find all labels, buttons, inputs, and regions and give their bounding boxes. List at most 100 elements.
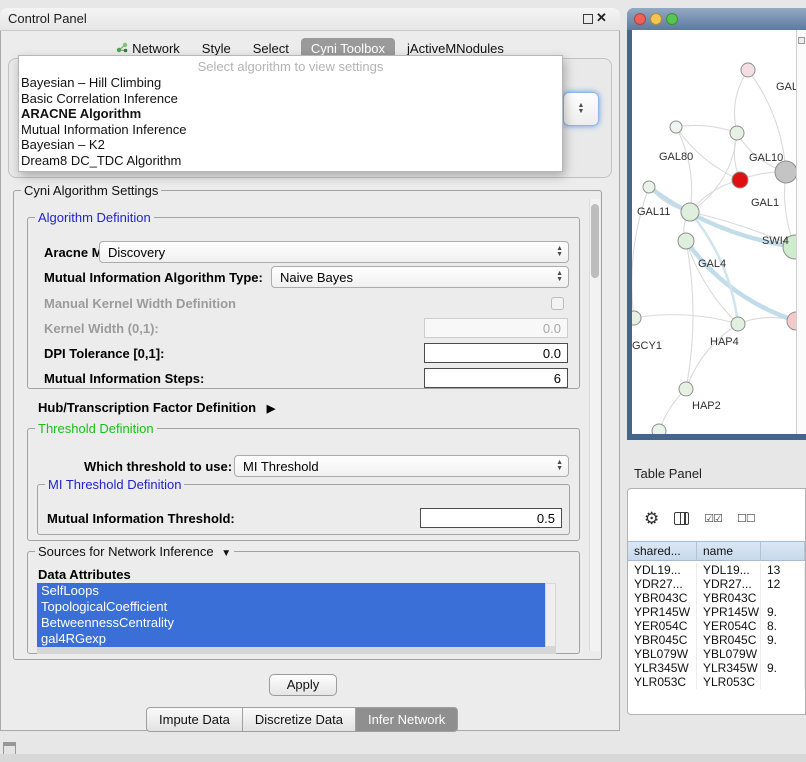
network-edge[interactable] [735, 70, 748, 133]
table-cell: 9. [761, 605, 805, 619]
kernel-width-input[interactable] [424, 318, 568, 338]
network-node[interactable] [679, 382, 693, 396]
network-node-label: HAP2 [692, 400, 721, 412]
table-row[interactable]: YER054CYER054C8. [628, 619, 805, 633]
table-toolbar: ⚙ ☑☑ ☐☐ [628, 505, 805, 531]
attribute-list-item[interactable]: gal4RGexp [37, 631, 545, 647]
network-node[interactable] [732, 172, 748, 188]
algorithm-option[interactable]: Mutual Information Inference [19, 122, 562, 138]
mi-steps-input[interactable] [424, 368, 568, 388]
algorithm-option[interactable]: Basic Correlation Inference [19, 91, 562, 107]
network-node[interactable] [652, 424, 666, 434]
mac-minimize-icon[interactable] [650, 13, 662, 25]
dpi-tolerance-label: DPI Tolerance [0,1]: [44, 346, 164, 361]
table-cell [761, 591, 805, 605]
table-row[interactable]: YBR045CYBR045C9. [628, 633, 805, 647]
mi-type-label: Mutual Information Algorithm Type: [44, 270, 263, 285]
algorithm-option[interactable]: Dream8 DC_TDC Algorithm [19, 153, 562, 169]
network-scroll-button[interactable] [798, 37, 805, 44]
mi-threshold-label: Mutual Information Threshold: [47, 511, 235, 526]
unchecked-boxes-icon[interactable]: ☐☐ [737, 512, 755, 525]
attribute-list-item[interactable]: TopologicalCoefficient [37, 599, 545, 615]
table-cell: YER054C [628, 619, 697, 633]
network-node[interactable] [731, 317, 745, 331]
mi-threshold-input[interactable] [420, 508, 562, 528]
table-header-cell[interactable] [761, 542, 805, 560]
network-node[interactable] [632, 311, 641, 325]
dpi-tolerance-input[interactable] [424, 343, 568, 363]
network-window-titlebar[interactable] [627, 8, 806, 30]
network-node[interactable] [643, 181, 655, 193]
network-node-label: GAL [776, 81, 796, 93]
network-edge[interactable] [676, 125, 737, 133]
network-node[interactable] [730, 126, 744, 140]
which-threshold-select[interactable]: MI Threshold ▲▼ [234, 455, 569, 477]
settings-scrollbar[interactable] [589, 199, 600, 651]
mi-type-select[interactable]: Naive Bayes ▲▼ [271, 266, 569, 288]
tab-label: Select [253, 41, 289, 56]
table-header-cell[interactable]: shared... [628, 542, 697, 560]
checked-boxes-icon[interactable]: ☑☑ [704, 512, 722, 525]
network-edge[interactable] [676, 127, 692, 212]
sources-legend[interactable]: Sources for Network Inference ▼ [35, 544, 234, 559]
network-edge[interactable] [686, 241, 796, 321]
collapse-down-icon: ▼ [221, 548, 231, 559]
algorithm-select-combobox[interactable]: ▲▼ [563, 92, 599, 126]
table-cell: 13 [761, 563, 805, 577]
hub-definition-toggle[interactable]: Hub/Transcription Factor Definition ▶ [38, 400, 275, 415]
network-edge[interactable] [634, 315, 738, 324]
table-row[interactable]: YDL19...YDL19...13 [628, 563, 805, 577]
apply-button[interactable]: Apply [269, 674, 337, 696]
bottom-tab-discretize-data[interactable]: Discretize Data [243, 707, 356, 732]
bottom-tab-impute-data[interactable]: Impute Data [146, 707, 243, 732]
kernel-width-label: Kernel Width (0,1): [44, 321, 159, 336]
table-cell: 12 [761, 577, 805, 591]
table-row[interactable]: YDR27...YDR27...12 [628, 577, 805, 591]
mac-close-icon[interactable] [634, 13, 646, 25]
which-threshold-label: Which threshold to use: [84, 459, 232, 474]
network-node[interactable] [678, 233, 694, 249]
bottom-tab-infer-network[interactable]: Infer Network [356, 707, 458, 732]
table-row[interactable]: YPR145WYPR145W9. [628, 605, 805, 619]
network-node[interactable] [787, 312, 796, 330]
attributes-list-hscrollbar[interactable] [37, 647, 556, 654]
attributes-list-scrollbar[interactable] [545, 583, 556, 647]
settings-scrollbar-thumb[interactable] [591, 204, 599, 278]
manual-kernel-checkbox[interactable] [551, 297, 564, 310]
algorithm-option[interactable]: Bayesian – K2 [19, 137, 562, 153]
table-cell [761, 675, 805, 689]
network-node[interactable] [681, 203, 699, 221]
table-cell: YLR053C [628, 675, 697, 689]
network-node[interactable] [670, 121, 682, 133]
aracne-mode-select[interactable]: Discovery ▲▼ [99, 241, 569, 263]
close-icon[interactable]: ✕ [596, 10, 607, 26]
network-edge[interactable] [686, 324, 738, 389]
table-row[interactable]: YBL079WYBL079W [628, 647, 805, 661]
table-cell: YLR053C [697, 675, 761, 689]
combo-arrows-icon: ▲▼ [556, 271, 563, 283]
float-window-icon[interactable] [583, 14, 593, 24]
control-panel-title: Control Panel [8, 11, 87, 26]
algorithm-option[interactable]: Bayesian – Hill Climbing [19, 75, 562, 91]
table-cell: YBL079W [628, 647, 697, 661]
table-header-row: shared...name [628, 541, 805, 561]
algorithm-option[interactable]: ARACNE Algorithm [19, 106, 562, 122]
table-cell: 8. [761, 619, 805, 633]
table-row[interactable]: YBR043CYBR043C [628, 591, 805, 605]
network-node[interactable] [741, 63, 755, 77]
mac-zoom-icon[interactable] [666, 13, 678, 25]
columns-icon[interactable] [674, 512, 689, 525]
dropdown-prompt: Select algorithm to view settings [19, 59, 562, 75]
network-edge[interactable] [690, 133, 737, 212]
table-cell: YDL19... [697, 563, 761, 577]
table-row[interactable]: YLR345WYLR345W9. [628, 661, 805, 675]
table-header-cell[interactable]: name [697, 542, 761, 560]
attribute-list-item[interactable]: BetweennessCentrality [37, 615, 545, 631]
attribute-list-item[interactable]: SelfLoops [37, 583, 545, 599]
network-node[interactable] [775, 161, 796, 183]
table-cell: 9. [761, 633, 805, 647]
table-row[interactable]: YLR053CYLR053C [628, 675, 805, 689]
gear-icon[interactable]: ⚙ [644, 510, 659, 527]
network-scrollbar[interactable] [796, 30, 806, 434]
network-canvas[interactable]: GALGAL80GAL10GAL1GAL11SWI4GAL4GCY1HAP4HA… [632, 30, 796, 434]
